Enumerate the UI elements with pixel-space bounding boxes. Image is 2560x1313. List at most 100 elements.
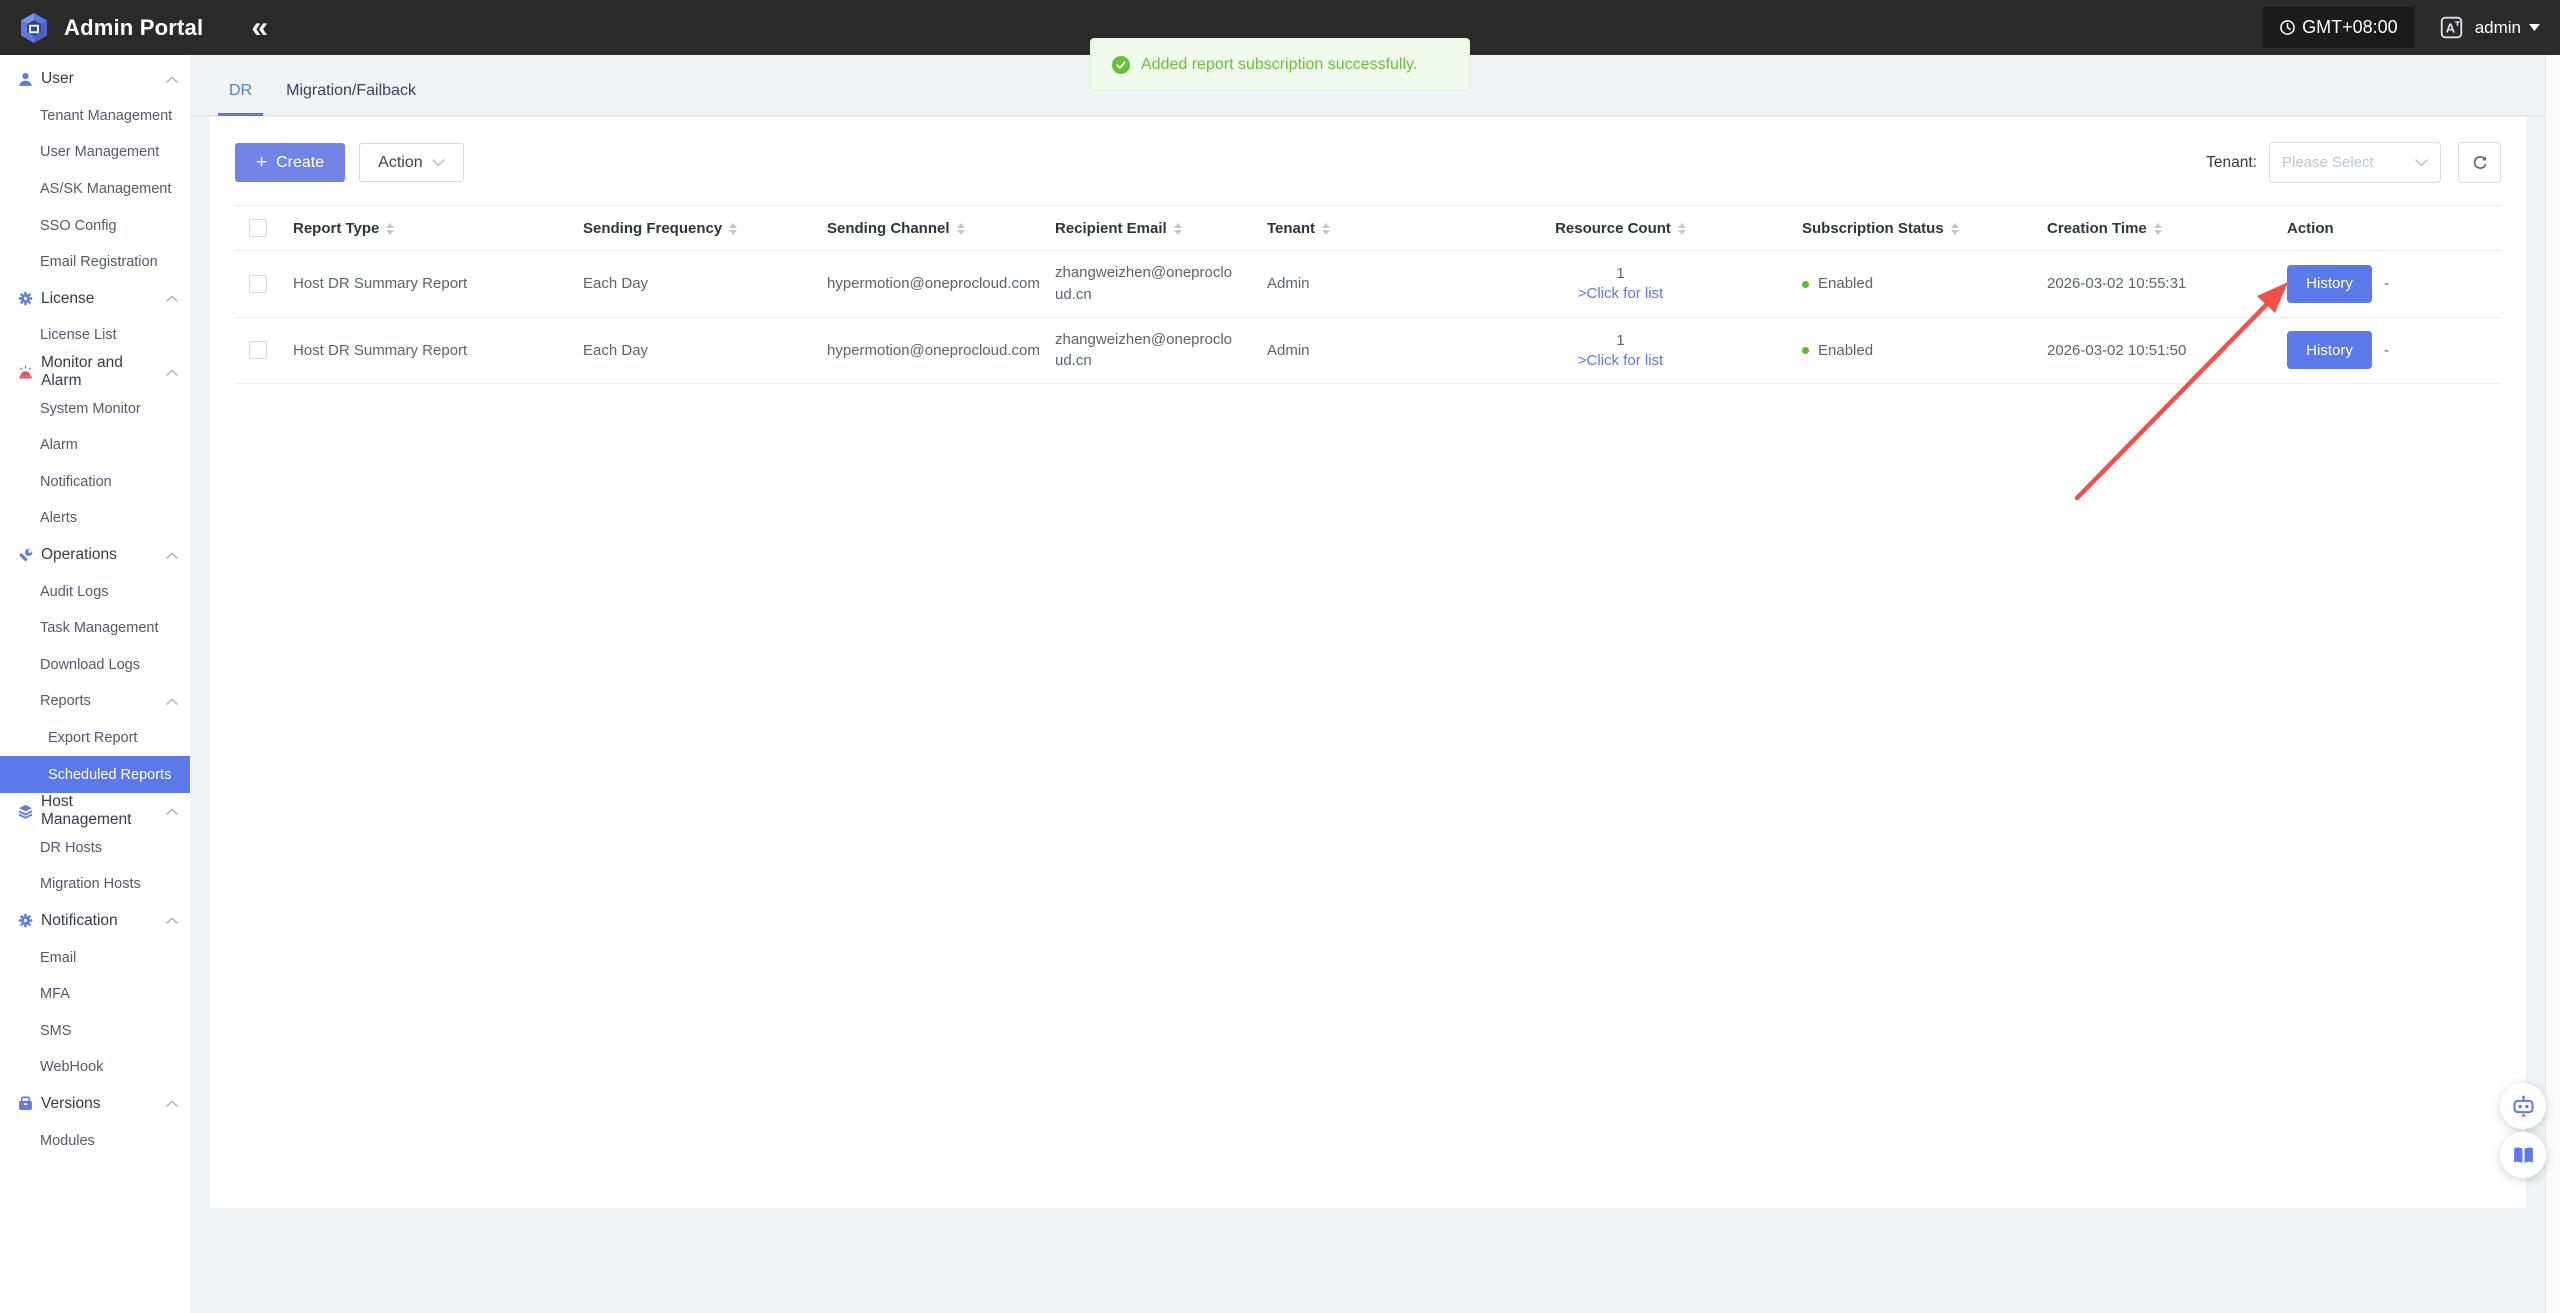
sidebar-item-label: User Management (40, 144, 159, 160)
resource-count-link[interactable]: >Click for list (1467, 285, 1774, 302)
sidebar-item-label: SSO Config (40, 218, 117, 234)
column-header-report-type[interactable]: Report Type (279, 206, 569, 251)
sort-icon[interactable] (1678, 223, 1686, 235)
sort-icon[interactable] (729, 223, 737, 235)
sidebar-item-license[interactable]: License (0, 281, 190, 318)
alarm-icon (17, 364, 34, 381)
sidebar-nav: UserTenant Management User Management AS/S… (0, 61, 190, 1159)
sidebar-item-alarm[interactable]: Alarm (0, 427, 190, 464)
chevron-up-icon (166, 698, 178, 705)
sidebar-item-label: Notification (40, 474, 112, 490)
sidebar-item-migration-hosts[interactable]: Migration Hosts (0, 866, 190, 903)
license-icon (17, 290, 34, 307)
sidebar-item-label: Export Report (48, 730, 137, 746)
chevron-up-icon (166, 369, 178, 376)
sidebar-item-export-report[interactable]: Export Report (0, 720, 190, 757)
sidebar-item-label: System Monitor (40, 401, 141, 417)
sidebar-item-operations[interactable]: Operations (0, 537, 190, 574)
sidebar-item-email[interactable]: Email (0, 939, 190, 976)
sidebar-item-label: MFA (40, 986, 70, 1002)
app-title: Admin Portal (64, 15, 203, 41)
user-icon (17, 71, 34, 88)
sidebar-item-sms[interactable]: SMS (0, 1012, 190, 1049)
sidebar-item-download-logs[interactable]: Download Logs (0, 647, 190, 684)
sidebar-item-sso-config[interactable]: SSO Config (0, 207, 190, 244)
sidebar-item-alerts[interactable]: Alerts (0, 500, 190, 537)
sort-icon[interactable] (957, 223, 965, 235)
chevron-up-icon (166, 1100, 178, 1107)
success-toast: Added report subscription successfully. (1090, 38, 1470, 91)
sidebar-item-versions[interactable]: Versions (0, 1086, 190, 1123)
column-header-sending-frequency[interactable]: Sending Frequency (569, 206, 813, 251)
sort-icon[interactable] (1951, 223, 1959, 235)
sidebar-item-webhook[interactable]: WebHook (0, 1049, 190, 1086)
tab-dr[interactable]: DR (212, 82, 269, 115)
sidebar-item-monitor-and-alarm[interactable]: Monitor and Alarm (0, 354, 190, 391)
sidebar-item-tenant-management[interactable]: Tenant Management (0, 98, 190, 135)
sidebar-item-dr-hosts[interactable]: DR Hosts (0, 829, 190, 866)
timezone-label: GMT+08:00 (2302, 17, 2398, 38)
refresh-icon (2471, 154, 2489, 172)
history-button[interactable]: History (2287, 265, 2372, 303)
sidebar-item-label: Notification (41, 912, 118, 930)
column-header-creation-time[interactable]: Creation Time (2033, 206, 2273, 251)
cell-row-checkbox (235, 317, 279, 384)
column-header-subscription-status[interactable]: Subscription Status (1788, 206, 2033, 251)
select-all-checkbox[interactable] (249, 219, 267, 237)
action-dropdown-button[interactable]: Action (359, 143, 463, 182)
documentation-button[interactable] (2500, 1132, 2546, 1178)
chevron-down-icon (2415, 159, 2428, 167)
column-header-sending-channel[interactable]: Sending Channel (813, 206, 1041, 251)
cell-tenant: Admin (1253, 251, 1453, 318)
tenant-select[interactable]: Please Select (2269, 142, 2441, 183)
sidebar-item-host-management[interactable]: Host Management (0, 793, 190, 830)
cell-action: History- (2273, 317, 2501, 384)
language-icon[interactable]: A (2440, 16, 2463, 39)
sidebar-item-mfa[interactable]: MFA (0, 976, 190, 1013)
resource-count-link[interactable]: >Click for list (1467, 352, 1774, 369)
column-header-tenant[interactable]: Tenant (1253, 206, 1453, 251)
sidebar-item-user[interactable]: User (0, 61, 190, 98)
cell-tenant: Admin (1253, 317, 1453, 384)
sidebar-item-reports[interactable]: Reports (0, 683, 190, 720)
sidebar-item-audit-logs[interactable]: Audit Logs (0, 573, 190, 610)
history-button[interactable]: History (2287, 331, 2372, 369)
sort-icon[interactable] (1322, 223, 1330, 235)
table-row: Host DR Summary ReportEach Dayhypermotio… (235, 251, 2501, 318)
cell-resource-count: 1 >Click for list (1453, 251, 1788, 318)
sidebar-item-user-management[interactable]: User Management (0, 134, 190, 171)
status-label: Enabled (1818, 342, 1873, 359)
tab-migration-failback[interactable]: Migration/Failback (269, 82, 433, 115)
column-header-resource-count[interactable]: Resource Count (1453, 206, 1788, 251)
sidebar-item-notification[interactable]: Notification (0, 464, 190, 501)
column-header-recipient-email[interactable]: Recipient Email (1041, 206, 1253, 251)
sidebar-item-task-management[interactable]: Task Management (0, 610, 190, 647)
sidebar-item-label: Alarm (40, 437, 78, 453)
create-button[interactable]: + Create (235, 143, 345, 182)
sidebar-item-scheduled-reports[interactable]: Scheduled Reports (0, 756, 190, 793)
sort-icon[interactable] (386, 223, 394, 235)
sidebar-item-label: AS/SK Management (40, 181, 171, 197)
svg-text:A: A (2445, 21, 2455, 36)
sort-icon[interactable] (1174, 223, 1182, 235)
sidebar-item-modules[interactable]: Modules (0, 1122, 190, 1159)
username-label[interactable]: admin (2475, 18, 2521, 38)
sidebar-item-email-registration[interactable]: Email Registration (0, 244, 190, 281)
cell-action: History- (2273, 251, 2501, 318)
sidebar-item-as-sk-management[interactable]: AS/SK Management (0, 171, 190, 208)
sidebar-item-system-monitor[interactable]: System Monitor (0, 390, 190, 427)
row-checkbox[interactable] (249, 275, 267, 293)
sidebar-item-notification[interactable]: Notification (0, 903, 190, 940)
table-row: Host DR Summary ReportEach Dayhypermotio… (235, 317, 2501, 384)
row-checkbox[interactable] (249, 341, 267, 359)
cell-creation-time: 2026-03-02 10:51:50 (2033, 317, 2273, 384)
book-icon (2511, 1143, 2536, 1168)
resource-count-value: 1 (1467, 265, 1774, 282)
sidebar-item-license-list[interactable]: License List (0, 317, 190, 354)
assistant-button[interactable] (2500, 1083, 2546, 1129)
user-menu-caret-icon[interactable] (2529, 24, 2540, 31)
sort-icon[interactable] (2154, 223, 2162, 235)
refresh-button[interactable] (2458, 142, 2501, 183)
collapse-sidebar-icon[interactable]: « (251, 13, 268, 43)
page-scrollbar[interactable] (2545, 55, 2560, 1313)
